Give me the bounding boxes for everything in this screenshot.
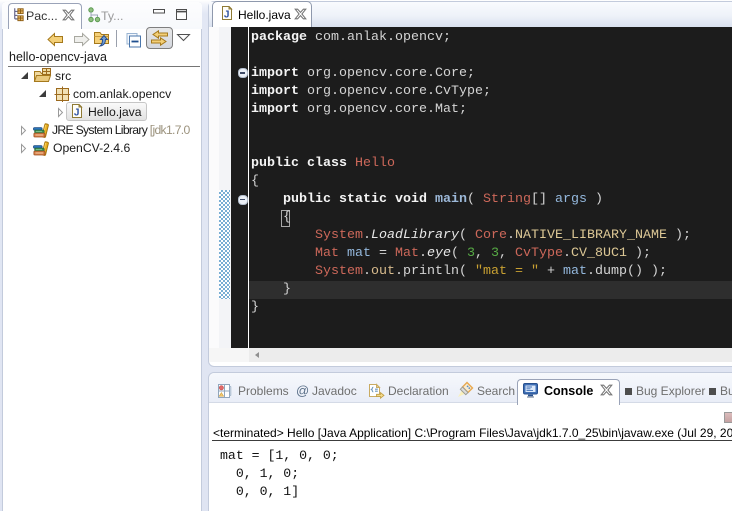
svg-text:J: J [224,10,230,21]
svg-text:J: J [74,108,80,119]
